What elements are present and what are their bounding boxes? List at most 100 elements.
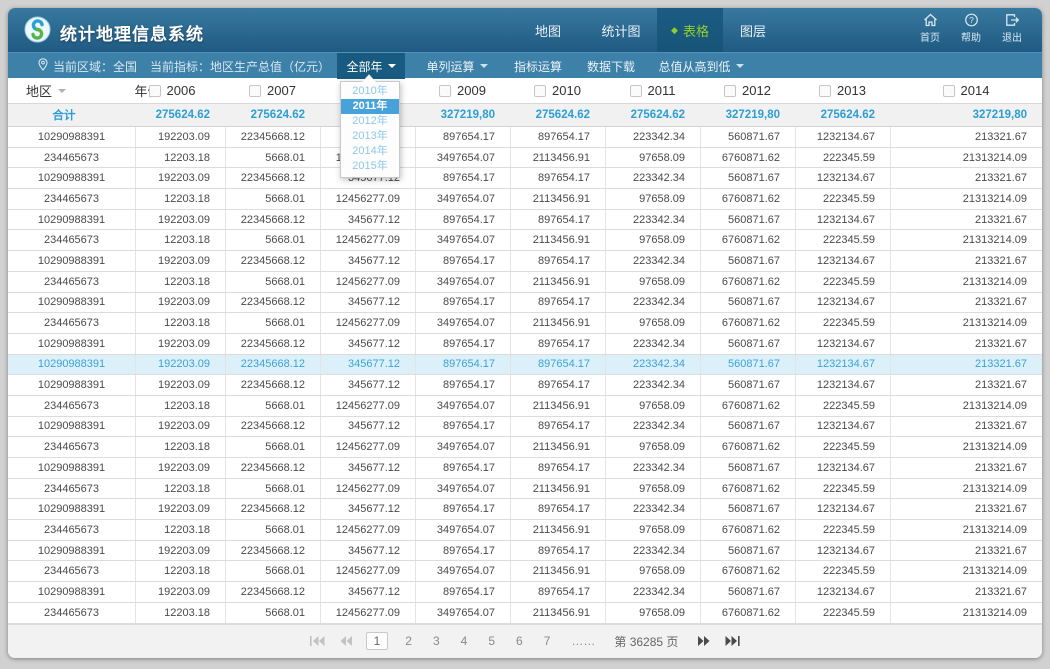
table-row[interactable]: 23446567312203.185668.0112456277.0934976… <box>8 313 1042 334</box>
table-row[interactable]: 10290988391192203.0922345668.12345677.12… <box>8 417 1042 438</box>
value-cell: 6760871.62 <box>700 520 795 540</box>
value-cell: 222345.59 <box>795 603 890 623</box>
table-row[interactable]: 10290988391192203.0922345668.12345677.12… <box>8 499 1042 520</box>
year-dropdown-item[interactable]: 2010年 <box>341 84 399 99</box>
table-row[interactable]: 23446567312203.185668.0112456277.0934976… <box>8 561 1042 582</box>
value-cell: 2113456.91 <box>510 230 605 250</box>
value-cell: 21313214.09 <box>890 230 1042 250</box>
current-region: 当前区域：全国 <box>38 53 137 79</box>
region-cell: 10290988391 <box>8 458 135 478</box>
year-checkbox[interactable] <box>439 85 451 97</box>
value-cell: 192203.09 <box>135 334 225 354</box>
value-cell: 213321.67 <box>890 210 1042 230</box>
value-cell: 223342.34 <box>605 541 700 561</box>
year-dropdown-item[interactable]: 2014年 <box>341 144 399 159</box>
table-row[interactable]: 23446567312203.185668.0112456277.0934976… <box>8 396 1042 417</box>
region-cell: 10290988391 <box>8 334 135 354</box>
year-column-header: 2011 <box>605 78 700 103</box>
table-row[interactable]: 23446567312203.185668.0112456277.0934976… <box>8 479 1042 500</box>
value-cell: 6760871.62 <box>700 189 795 209</box>
table-row[interactable]: 10290988391192203.0922345668.12345677.12… <box>8 251 1042 272</box>
data-download-menu[interactable]: 数据下载 <box>580 53 642 79</box>
table-row[interactable]: 10290988391192203.0922345668.12345677.12… <box>8 582 1042 603</box>
value-cell: 897654.17 <box>510 499 605 519</box>
value-cell: 12203.18 <box>135 520 225 540</box>
value-cell: 3497654.07 <box>415 230 510 250</box>
table-row[interactable]: 10290988391192203.0922345668.12345677.12… <box>8 210 1042 231</box>
table-row[interactable]: 10290988391192203.0922345668.12345677.12… <box>8 375 1042 396</box>
page-number[interactable]: 4 <box>457 633 472 649</box>
page-number[interactable]: 7 <box>540 633 555 649</box>
table-row[interactable]: 10290988391192203.0922345668.12345677.12… <box>8 168 1042 189</box>
table-row[interactable]: 23446567312203.185668.0112456277.0934976… <box>8 437 1042 458</box>
value-cell: 213321.67 <box>890 582 1042 602</box>
year-checkbox[interactable] <box>149 85 161 97</box>
table-row[interactable]: 23446567312203.185668.0112456277.0934976… <box>8 603 1042 624</box>
value-cell: 345677.12 <box>320 293 415 313</box>
last-page-button[interactable] <box>724 635 741 647</box>
year-checkbox[interactable] <box>819 85 831 97</box>
year-checkbox[interactable] <box>630 85 642 97</box>
value-cell: 3497654.07 <box>415 148 510 168</box>
year-checkbox[interactable] <box>249 85 261 97</box>
column-calc-menu[interactable]: 单列运算 <box>415 53 499 79</box>
page-number[interactable]: 2 <box>401 633 416 649</box>
table-row[interactable]: 10290988391192203.0922345668.12345677.12… <box>8 541 1042 562</box>
nav-map[interactable]: 地图 <box>517 8 579 52</box>
table-row[interactable]: 23446567312203.185668.0112456277.0934976… <box>8 148 1042 169</box>
toolbar: 当前区域：全国 当前指标：地区生产总值（亿元） 全部年 单列运算 指标运算 数据… <box>8 52 1042 78</box>
region-column-header[interactable]: 地区 <box>8 78 135 103</box>
sort-order-menu[interactable]: 总值从高到低 <box>653 53 749 79</box>
table-row[interactable]: 23446567312203.185668.0112456277.0934976… <box>8 230 1042 251</box>
table-body: 10290988391192203.0922345668.12345677.12… <box>8 127 1042 624</box>
page-number[interactable]: 3 <box>429 633 444 649</box>
year-dropdown-item[interactable]: 2013年 <box>341 129 399 144</box>
value-cell: 345677.12 <box>320 541 415 561</box>
nav-table[interactable]: ◆表格 <box>657 8 723 52</box>
value-cell: 3497654.07 <box>415 479 510 499</box>
year-checkbox[interactable] <box>724 85 736 97</box>
value-cell: 6760871.62 <box>700 313 795 333</box>
page-number[interactable]: 5 <box>484 633 499 649</box>
value-cell: 22345668.12 <box>225 355 320 375</box>
value-cell: 223342.34 <box>605 458 700 478</box>
home-button[interactable]: 首页 <box>914 13 946 44</box>
first-page-button[interactable] <box>309 635 326 647</box>
help-button[interactable]: ? 帮助 <box>955 13 987 44</box>
value-cell: 21313214.09 <box>890 148 1042 168</box>
diamond-icon: ◆ <box>671 26 678 35</box>
value-cell: 1232134.67 <box>795 375 890 395</box>
chevron-down-icon <box>388 64 396 68</box>
year-dropdown-item[interactable]: 2015年 <box>341 159 399 174</box>
value-cell: 21313214.09 <box>890 313 1042 333</box>
page-number[interactable]: 6 <box>512 633 527 649</box>
value-cell: 12203.18 <box>135 479 225 499</box>
nav-chart[interactable]: 统计图 <box>585 8 657 52</box>
nav-layers[interactable]: 图层 <box>725 8 781 52</box>
table-row[interactable]: 10290988391192203.0922345668.12345677.12… <box>8 334 1042 355</box>
value-cell: 6760871.62 <box>700 437 795 457</box>
indicator-calc-menu[interactable]: 指标运算 <box>507 53 569 79</box>
table-row[interactable]: 23446567312203.185668.0112456277.0934976… <box>8 520 1042 541</box>
year-checkbox[interactable] <box>534 85 546 97</box>
value-cell: 2113456.91 <box>510 396 605 416</box>
table-row[interactable]: 23446567312203.185668.0112456277.0934976… <box>8 272 1042 293</box>
year-checkbox[interactable] <box>943 85 955 97</box>
table-row[interactable]: 10290988391192203.0922345668.12345677.12… <box>8 458 1042 479</box>
table-row[interactable]: 10290988391192203.0922345668.12345677.12… <box>8 127 1042 148</box>
value-cell: 3497654.07 <box>415 603 510 623</box>
logout-button[interactable]: 退出 <box>996 13 1028 44</box>
year-dropdown-item[interactable]: 2011年 <box>341 99 399 114</box>
value-cell: 1232134.67 <box>795 168 890 188</box>
logout-label: 退出 <box>1002 29 1022 44</box>
table-row[interactable]: 10290988391192203.0922345668.12345677.12… <box>8 355 1042 376</box>
value-cell: 222345.59 <box>795 437 890 457</box>
page-number[interactable]: 1 <box>366 632 389 650</box>
table-row[interactable]: 23446567312203.185668.0112456277.0934976… <box>8 189 1042 210</box>
region-cell: 10290988391 <box>8 541 135 561</box>
year-dropdown-item[interactable]: 2012年 <box>341 114 399 129</box>
region-cell: 10290988391 <box>8 375 135 395</box>
next-page-button[interactable] <box>697 635 711 647</box>
table-row[interactable]: 10290988391192203.0922345668.12345677.12… <box>8 293 1042 314</box>
prev-page-button[interactable] <box>339 635 353 647</box>
